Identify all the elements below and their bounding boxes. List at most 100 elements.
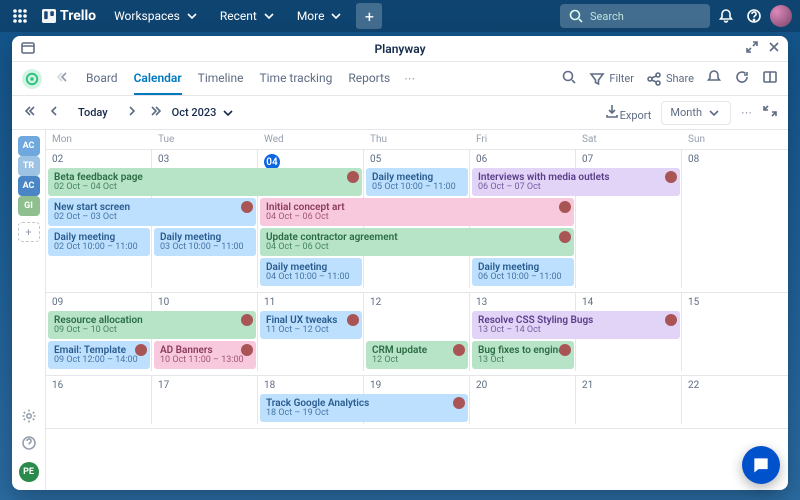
calendar-event[interactable]: Daily meeting05 Oct 10:00 – 11:00: [366, 168, 468, 196]
collapse-icon[interactable]: [56, 69, 72, 88]
day-cell[interactable]: 15: [682, 293, 788, 311]
toolbar-more-icon[interactable]: ⋯: [741, 106, 752, 119]
refresh-icon[interactable]: [734, 69, 750, 88]
calendar-toolbar: Today Oct 2023 Export Month ⋯: [12, 96, 788, 130]
export-button[interactable]: Export: [604, 103, 652, 122]
calendar-event[interactable]: Daily meeting04 Oct 10:00 – 11:00: [260, 258, 362, 286]
sidebar-user-avatar[interactable]: PE: [19, 462, 39, 482]
calendar-event[interactable]: Resource allocation09 Oct – 10 Oct: [48, 311, 256, 339]
day-cell[interactable]: 07: [576, 150, 682, 168]
calendar-event[interactable]: Email: Template09 Oct 12:00 – 14:00: [48, 341, 150, 369]
event-title: AD Banners: [160, 345, 250, 356]
day-cell[interactable]: 13: [470, 293, 576, 311]
search-input[interactable]: Search: [560, 4, 710, 28]
event-avatar: [347, 171, 359, 183]
calendar-event[interactable]: Resolve CSS Styling Bugs13 Oct – 14 Oct: [472, 311, 680, 339]
more-tabs-icon[interactable]: ⋯: [404, 72, 415, 85]
event-title: Resolve CSS Styling Bugs: [478, 315, 674, 326]
event-title: Beta feedback page: [54, 172, 356, 183]
add-board-button[interactable]: +: [18, 222, 40, 242]
tab-board[interactable]: Board: [86, 63, 118, 95]
day-cell[interactable]: 08: [682, 150, 788, 168]
share-button[interactable]: Share: [646, 71, 694, 87]
event-subtitle: 04 Oct – 06 Oct: [266, 243, 568, 253]
day-header: Tue: [152, 130, 258, 149]
calendar-event[interactable]: Initial concept art04 Oct – 06 Oct: [260, 198, 574, 226]
panel-dock-icon[interactable]: [20, 40, 36, 59]
calendar-event[interactable]: Track Google Analytics18 Oct – 19 Oct: [260, 394, 468, 422]
calendar-event[interactable]: Interviews with media outlets06 Oct – 07…: [472, 168, 680, 196]
event-subtitle: 09 Oct 12:00 – 14:00: [54, 356, 144, 366]
calendar-grid[interactable]: MonTueWedThuFriSatSun 02030405060708Beta…: [46, 130, 788, 490]
event-subtitle: 02 Oct – 03 Oct: [54, 213, 250, 223]
trello-logo[interactable]: Trello: [36, 8, 102, 24]
menu-workspaces[interactable]: Workspaces: [106, 4, 208, 28]
planyway-logo[interactable]: [22, 69, 42, 89]
tabs-row: Board Calendar Timeline Time tracking Report…: [12, 62, 788, 96]
day-cell[interactable]: 22: [682, 376, 788, 394]
day-cell[interactable]: 02: [46, 150, 152, 168]
today-button[interactable]: Today: [70, 103, 116, 122]
board-chip[interactable]: AC: [18, 176, 40, 196]
view-select[interactable]: Month: [661, 101, 731, 125]
settings-icon[interactable]: [21, 408, 37, 427]
create-button[interactable]: +: [356, 3, 382, 29]
calendar-event[interactable]: CRM update12 Oct: [366, 341, 468, 369]
user-avatar[interactable]: [770, 5, 792, 27]
day-cell[interactable]: 05: [364, 150, 470, 168]
help-icon[interactable]: [742, 4, 766, 28]
day-cell[interactable]: 06: [470, 150, 576, 168]
next-fast-icon[interactable]: [148, 103, 164, 122]
filter-button[interactable]: Filter: [589, 71, 634, 87]
collapse-panel-icon[interactable]: [762, 103, 778, 122]
tab-search-icon[interactable]: [561, 69, 577, 88]
prev-fast-icon[interactable]: [22, 103, 38, 122]
board-chip[interactable]: AC: [18, 136, 40, 156]
day-cell[interactable]: 04: [258, 150, 364, 168]
event-title: Daily meeting: [54, 232, 144, 243]
apps-icon[interactable]: [8, 4, 32, 28]
calendar-event[interactable]: Final UX tweaks11 Oct – 12 Oct: [260, 311, 362, 339]
day-cell[interactable]: 20: [470, 376, 576, 394]
calendar-event[interactable]: Daily meeting06 Oct 10:00 – 11:00: [472, 258, 574, 286]
prev-icon[interactable]: [46, 103, 62, 122]
board-chip[interactable]: GI: [18, 196, 40, 216]
sidebar-help-icon[interactable]: [21, 435, 37, 454]
day-cell[interactable]: 12: [364, 293, 470, 311]
board-chip[interactable]: TR: [18, 156, 40, 176]
calendar-event[interactable]: AD Banners10 Oct 11:00 – 13:00: [154, 341, 256, 369]
menu-recent[interactable]: Recent: [212, 4, 285, 28]
day-cell[interactable]: 18: [258, 376, 364, 394]
next-icon[interactable]: [124, 103, 140, 122]
tab-reports[interactable]: Reports: [348, 63, 390, 95]
day-cell[interactable]: 09: [46, 293, 152, 311]
tab-timeline[interactable]: Timeline: [198, 63, 244, 95]
day-cell[interactable]: 16: [46, 376, 152, 394]
day-cell[interactable]: 21: [576, 376, 682, 394]
calendar-event[interactable]: Daily meeting03 Oct 10:00 – 11:00: [154, 228, 256, 256]
tab-time-tracking[interactable]: Time tracking: [259, 63, 332, 95]
notifications-icon[interactable]: [714, 4, 738, 28]
layout-icon[interactable]: [762, 69, 778, 88]
day-cell[interactable]: 11: [258, 293, 364, 311]
calendar-event[interactable]: Bug fixes to engine13 Oct: [472, 341, 574, 369]
event-avatar: [241, 314, 253, 326]
day-cell[interactable]: 19: [364, 376, 470, 394]
event-subtitle: 06 Oct 10:00 – 11:00: [478, 273, 568, 283]
day-cell[interactable]: 10: [152, 293, 258, 311]
intercom-fab[interactable]: [742, 446, 780, 484]
day-cell[interactable]: 03: [152, 150, 258, 168]
menu-more[interactable]: More: [289, 4, 353, 28]
calendar-event[interactable]: Daily meeting02 Oct 10:00 – 11:00: [48, 228, 150, 256]
calendar-event[interactable]: Update contractor agreement04 Oct – 06 O…: [260, 228, 574, 256]
day-cell[interactable]: 17: [152, 376, 258, 394]
expand-icon[interactable]: [744, 39, 760, 58]
close-icon[interactable]: [766, 39, 782, 58]
day-cell[interactable]: 14: [576, 293, 682, 311]
period-label[interactable]: Oct 2023: [172, 105, 237, 121]
bell-icon[interactable]: [706, 69, 722, 88]
calendar-event[interactable]: Beta feedback page02 Oct – 04 Oct: [48, 168, 362, 196]
tab-calendar[interactable]: Calendar: [134, 63, 182, 95]
calendar-event[interactable]: New start screen02 Oct – 03 Oct: [48, 198, 256, 226]
event-title: Update contractor agreement: [266, 232, 568, 243]
